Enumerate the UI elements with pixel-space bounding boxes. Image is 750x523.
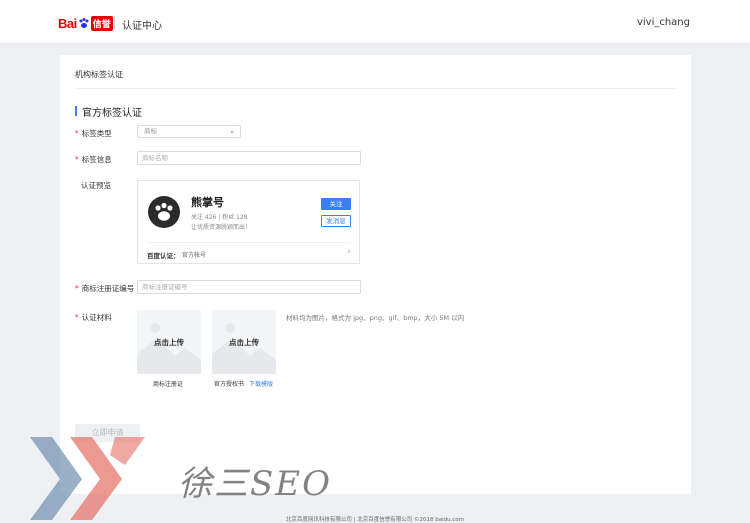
avatar	[148, 196, 180, 228]
footer: 北京百度网讯科技有限公司 | 北京百度信誉有限公司 ©2018 baidu.co…	[285, 517, 465, 523]
tag-info-label: * 标签信息	[75, 155, 112, 164]
required-star: *	[75, 129, 79, 138]
tag-type-label: * 标签类型	[75, 129, 112, 138]
paw-icon	[155, 202, 173, 221]
account-name: 熊掌号	[191, 196, 224, 209]
account-stats: 关注 426 | 粉丝 128	[191, 214, 248, 221]
upload-caption-trademark: 商标注册证	[153, 381, 184, 388]
authorization-caption-text: 官方授权书	[214, 381, 245, 388]
auth-value: 官方帐号	[182, 252, 207, 259]
paw-icon	[79, 18, 89, 28]
required-star: *	[75, 155, 79, 164]
chevron-right-icon[interactable]: ›	[347, 247, 351, 257]
top-bar: Bai 信誉 认证中心 vivi_chang	[0, 0, 750, 44]
section-accent-bar	[75, 106, 77, 116]
header-divider	[114, 17, 115, 30]
logo-badge: 信誉	[90, 15, 113, 31]
main-card: 机构标签认证 官方标签认证 * 标签类型 商标 ⌄ * 标签信息 商标名称 认证预览…	[60, 55, 691, 494]
upload-authorization-letter[interactable]: 点击上传	[212, 310, 276, 374]
materials-label: * 认证材料	[75, 313, 112, 322]
reg-no-input[interactable]: 商标注册证编号	[137, 280, 361, 294]
download-template-link[interactable]: 下载模版	[249, 381, 273, 388]
tag-info-input[interactable]: 商标名称	[137, 151, 361, 165]
watermark-logo	[30, 437, 145, 520]
logo-text: Bai	[58, 15, 77, 31]
preview-label: 认证预览	[81, 181, 111, 190]
page-heading: 机构标签认证	[75, 70, 123, 79]
upload-caption-authorization: 官方授权书 下载模版	[214, 379, 273, 388]
tag-type-value: 商标	[144, 127, 157, 135]
upload-hint: 材料均为图片，格式为 jpg、png、gif、bmp，大小 5M 以内	[286, 314, 465, 322]
upload-label: 点击上传	[154, 338, 184, 347]
section-title: 官方标签认证	[82, 108, 142, 119]
preview-divider	[146, 242, 351, 243]
required-star: *	[75, 313, 79, 322]
watermark-text: 徐三SEO	[178, 464, 332, 504]
reg-no-label: * 商标注册证编号	[75, 284, 135, 293]
chevron-down-icon: ⌄	[229, 127, 235, 135]
account-description: 让优质资源脱颖而出！	[191, 224, 252, 231]
site-title: 认证中心	[122, 21, 162, 32]
tag-type-select[interactable]: 商标 ⌄	[137, 125, 241, 138]
follow-button[interactable]: 关注	[321, 198, 351, 210]
upload-trademark-cert[interactable]: 点击上传	[137, 310, 201, 374]
heading-divider	[75, 88, 676, 89]
tag-info-placeholder: 商标名称	[142, 154, 168, 162]
auth-label: 百度认证：	[147, 252, 180, 260]
message-button[interactable]: 发消息	[321, 215, 351, 227]
reg-no-placeholder: 商标注册证编号	[142, 283, 188, 291]
required-star: *	[75, 284, 79, 293]
user-name[interactable]: vivi_chang	[637, 17, 690, 28]
preview-card: 熊掌号 关注 426 | 粉丝 128 让优质资源脱颖而出！ 关注 发消息 百度…	[137, 180, 360, 264]
upload-label: 点击上传	[229, 338, 259, 347]
baidu-xinyu-logo[interactable]: Bai 信誉	[58, 14, 113, 32]
